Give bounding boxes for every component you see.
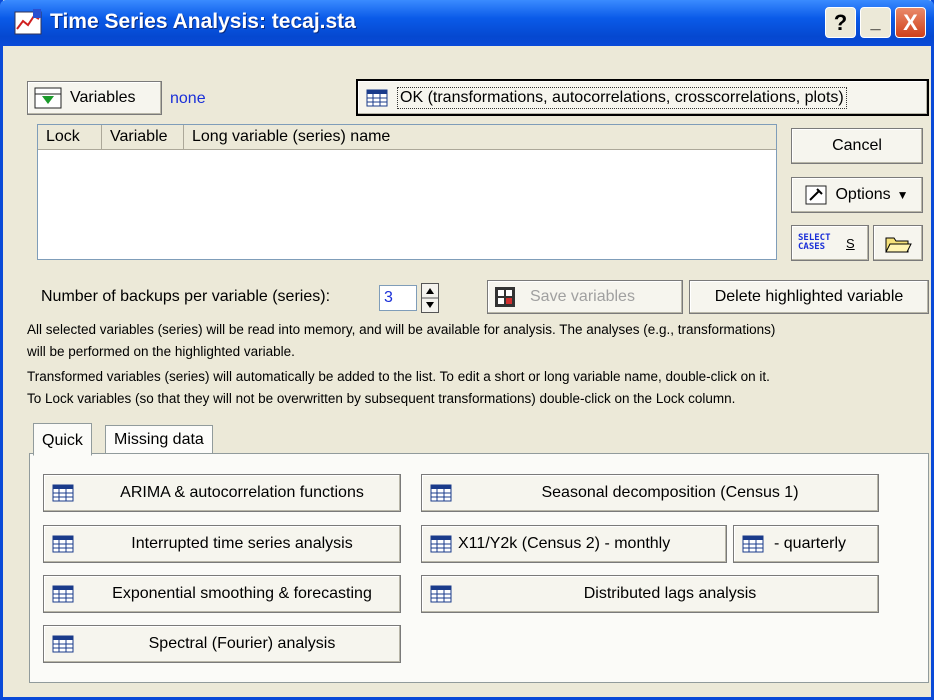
arima-label: ARIMA & autocorrelation functions (120, 484, 364, 501)
select-cases-label: SELECT CASES (798, 233, 831, 252)
chevron-down-icon: ▼ (896, 188, 909, 202)
open-file-button[interactable] (873, 225, 923, 261)
variables-icon (34, 87, 62, 109)
ok-button-label: OK (transformations, autocorrelations, c… (397, 86, 847, 109)
options-label: Options (835, 186, 891, 203)
interrupted-button[interactable]: Interrupted time series analysis (43, 525, 401, 563)
title-bar[interactable]: Time Series Analysis: tecaj.sta ? _ X (0, 0, 934, 46)
quarterly-button[interactable]: - quarterly (733, 525, 879, 563)
select-cases-button[interactable]: SELECT CASES S (791, 225, 869, 261)
options-icon (805, 185, 827, 205)
info-line-2: will be performed on the highlighted var… (27, 344, 295, 359)
chart-app-icon (14, 9, 42, 35)
tab-missing-data[interactable]: Missing data (105, 425, 213, 453)
delete-highlighted-button[interactable]: Delete highlighted variable (689, 280, 929, 314)
close-button[interactable]: X (895, 7, 926, 38)
list-header: Lock Variable Long variable (series) nam… (38, 125, 776, 150)
grid-icon (430, 484, 452, 502)
save-grid-icon (495, 287, 515, 307)
backups-label: Number of backups per variable (series): (41, 288, 331, 305)
spectral-button[interactable]: Spectral (Fourier) analysis (43, 625, 401, 663)
backups-input[interactable]: 3 (379, 285, 417, 311)
tab-quick[interactable]: Quick (33, 423, 92, 456)
variables-button-label: Variables (70, 89, 136, 106)
grid-icon (430, 585, 452, 603)
info-line-1: All selected variables (series) will be … (27, 322, 776, 337)
info-line-4: To Lock variables (so that they will not… (27, 391, 736, 406)
select-cases-s: S (846, 235, 855, 251)
variables-value: none (170, 90, 206, 107)
seasonal-label: Seasonal decomposition (Census 1) (541, 484, 799, 501)
quarterly-label: - quarterly (774, 535, 847, 552)
variables-button[interactable]: Variables (27, 81, 162, 115)
grid-icon (52, 535, 74, 553)
help-button[interactable]: ? (825, 7, 856, 38)
seasonal-button[interactable]: Seasonal decomposition (Census 1) (421, 474, 879, 512)
grid-icon (430, 535, 452, 553)
variable-list[interactable]: Lock Variable Long variable (series) nam… (37, 124, 777, 260)
distributed-lags-label: Distributed lags analysis (583, 585, 757, 602)
info-line-3: Transformed variables (series) will auto… (27, 369, 770, 384)
grid-icon (742, 535, 764, 553)
exponential-label: Exponential smoothing & forecasting (112, 585, 372, 602)
arima-button[interactable]: ARIMA & autocorrelation functions (43, 474, 401, 512)
x11-monthly-label: X11/Y2k (Census 2) - monthly (458, 535, 671, 552)
window-title: Time Series Analysis: tecaj.sta (50, 10, 356, 33)
grid-icon (52, 635, 74, 653)
interrupted-label: Interrupted time series analysis (131, 535, 353, 552)
column-lock[interactable]: Lock (38, 125, 102, 149)
grid-icon (52, 585, 74, 603)
spectral-label: Spectral (Fourier) analysis (148, 635, 336, 652)
backups-spinner[interactable] (421, 283, 439, 313)
x11-monthly-button[interactable]: X11/Y2k (Census 2) - monthly (421, 525, 727, 563)
options-button[interactable]: Options ▼ (791, 177, 923, 213)
open-folder-icon (885, 237, 912, 253)
save-variables-label: Save variables (530, 288, 635, 305)
grid-icon (52, 484, 74, 502)
cancel-button[interactable]: Cancel (791, 128, 923, 164)
spinner-arrows-icon (422, 288, 438, 308)
time-series-dialog: Time Series Analysis: tecaj.sta ? _ X Va… (0, 0, 934, 700)
grid-icon (366, 89, 388, 106)
exponential-button[interactable]: Exponential smoothing & forecasting (43, 575, 401, 613)
save-variables-button[interactable]: Save variables (487, 280, 683, 314)
minimize-button[interactable]: _ (860, 7, 891, 38)
column-variable[interactable]: Variable (102, 125, 184, 149)
distributed-lags-button[interactable]: Distributed lags analysis (421, 575, 879, 613)
ok-button[interactable]: OK (transformations, autocorrelations, c… (356, 79, 929, 116)
column-long-name[interactable]: Long variable (series) name (184, 125, 776, 149)
